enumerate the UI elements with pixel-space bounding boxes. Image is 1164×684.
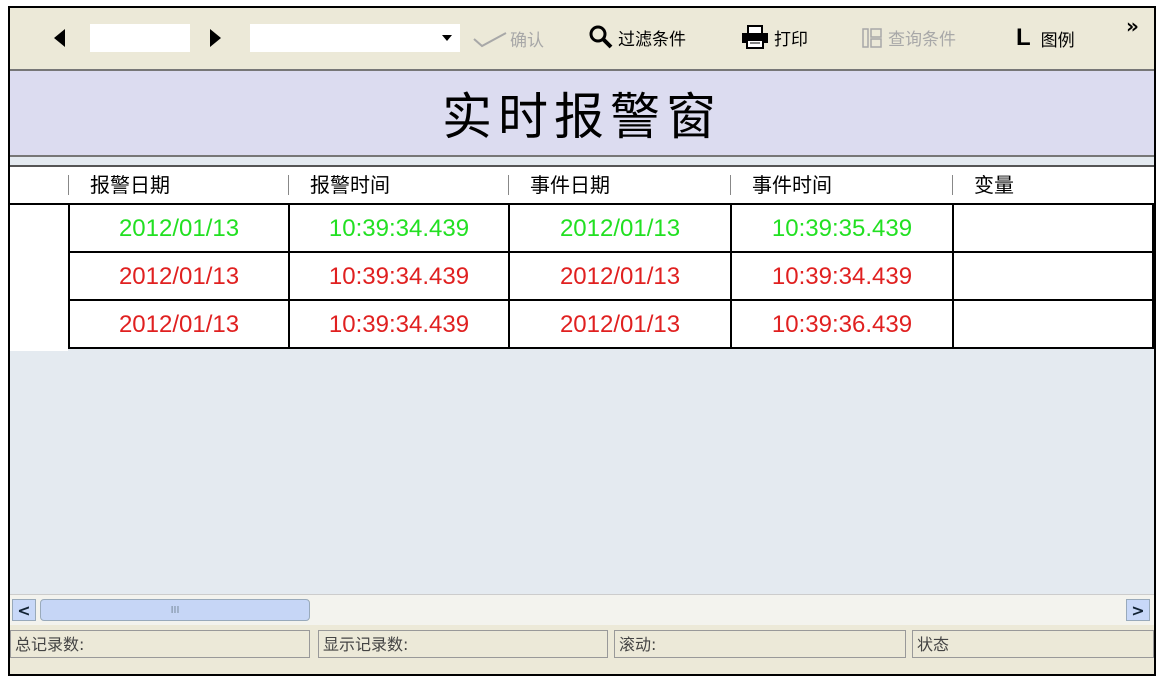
row-indicator[interactable]: [10, 205, 68, 255]
cell-event-date[interactable]: 2012/01/13: [508, 203, 732, 253]
scroll-thumb[interactable]: III: [40, 599, 310, 621]
legend-button[interactable]: L 图例: [1016, 24, 1075, 52]
status-shown: 显示记录数:: [318, 630, 608, 658]
combo-input[interactable]: [250, 24, 460, 52]
horizontal-scrollbar[interactable]: < III >: [10, 594, 1154, 625]
printer-icon: [742, 25, 768, 49]
triangle-left-icon: [54, 29, 65, 47]
table-row[interactable]: 2012/01/13 10:39:34.439 2012/01/13 10:39…: [10, 299, 1154, 351]
alarm-window: 确认 过滤条件 打印 查询条件 L 图例 » 实时报警窗 报警日期 报警时间 事…: [8, 6, 1156, 676]
alarm-grid: 报警日期 报警时间 事件日期 事件时间 变量 2012/01/13 10:39:…: [10, 157, 1154, 594]
page-title: 实时报警窗: [10, 69, 1154, 157]
chevron-left-icon: <: [17, 600, 31, 620]
cell-alarm-date[interactable]: 2012/01/13: [68, 251, 290, 301]
more-button[interactable]: »: [1126, 14, 1139, 38]
status-total: 总记录数:: [10, 630, 310, 658]
checkmark-icon: [473, 31, 507, 47]
date-input[interactable]: [90, 24, 190, 52]
cell-event-time[interactable]: 10:39:35.439: [730, 203, 954, 253]
next-button[interactable]: [210, 29, 221, 47]
cell-event-date[interactable]: 2012/01/13: [508, 251, 732, 301]
row-indicator[interactable]: [10, 301, 68, 351]
cell-variable[interactable]: [952, 299, 1154, 349]
status-scroll: 滚动:: [614, 630, 906, 658]
header-event-time[interactable]: 事件时间: [730, 167, 952, 203]
cell-alarm-date[interactable]: 2012/01/13: [68, 203, 290, 253]
filter-button[interactable]: 过滤条件: [588, 24, 686, 50]
print-button[interactable]: 打印: [740, 24, 808, 50]
cell-event-date[interactable]: 2012/01/13: [508, 299, 732, 349]
filter-label: 过滤条件: [618, 29, 686, 50]
confirm-label: 确认: [510, 31, 544, 51]
scroll-right-button[interactable]: >: [1126, 599, 1150, 621]
chevron-down-icon: [442, 35, 452, 41]
cell-event-time[interactable]: 10:39:34.439: [730, 251, 954, 301]
cell-alarm-time[interactable]: 10:39:34.439: [288, 251, 510, 301]
query-button[interactable]: 查询条件: [860, 25, 956, 50]
scroll-left-button[interactable]: <: [12, 599, 36, 621]
legend-label: 图例: [1040, 30, 1075, 51]
table-row[interactable]: 2012/01/13 10:39:34.439 2012/01/13 10:39…: [10, 203, 1154, 255]
status-bar: 总记录数: 显示记录数: 滚动: 状态: [10, 626, 1154, 674]
prev-button[interactable]: [54, 29, 65, 47]
chevron-right-icon: >: [1131, 600, 1145, 620]
cell-alarm-time[interactable]: 10:39:34.439: [288, 203, 510, 253]
row-indicator[interactable]: [10, 253, 68, 303]
cell-variable[interactable]: [952, 251, 1154, 301]
header-alarm-time[interactable]: 报警时间: [288, 167, 508, 203]
header-variable[interactable]: 变量: [952, 167, 1154, 203]
cell-alarm-date[interactable]: 2012/01/13: [68, 299, 290, 349]
cell-event-time[interactable]: 10:39:36.439: [730, 299, 954, 349]
query-label: 查询条件: [888, 30, 956, 50]
toolbar: 确认 过滤条件 打印 查询条件 L 图例 »: [10, 8, 1154, 68]
cell-alarm-time[interactable]: 10:39:34.439: [288, 299, 510, 349]
confirm-button[interactable]: 确认: [472, 26, 544, 51]
triangle-right-icon: [210, 29, 221, 47]
legend-l-icon: L: [1016, 24, 1031, 51]
query-form-icon: [862, 27, 882, 48]
print-label: 打印: [774, 29, 808, 50]
grid-header: 报警日期 报警时间 事件日期 事件时间 变量: [10, 165, 1154, 205]
status-state: 状态: [912, 630, 1154, 658]
magnifier-icon: [589, 25, 613, 49]
header-event-date[interactable]: 事件日期: [508, 167, 730, 203]
table-row[interactable]: 2012/01/13 10:39:34.439 2012/01/13 10:39…: [10, 251, 1154, 303]
header-alarm-date[interactable]: 报警日期: [68, 167, 288, 203]
cell-variable[interactable]: [952, 203, 1154, 253]
